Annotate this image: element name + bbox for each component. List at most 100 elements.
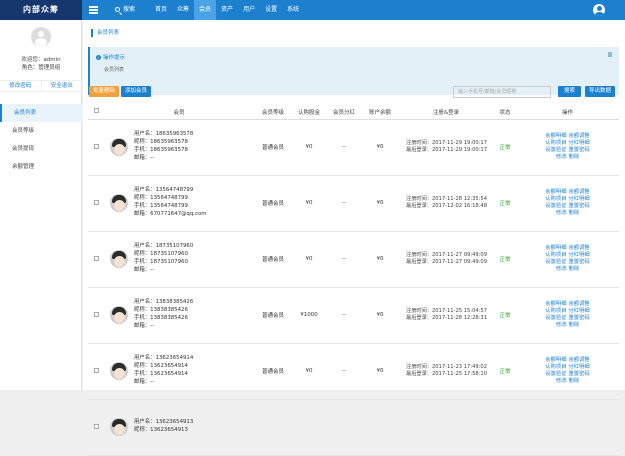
nav-assets[interactable]: 资产 — [216, 0, 238, 20]
reset-password-link[interactable]: 重置密码 — [569, 203, 590, 209]
member-avatar — [110, 250, 128, 268]
edit-link[interactable]: 修改 — [556, 210, 567, 216]
member-balance — [362, 399, 398, 456]
subscribed-projects-link[interactable]: 认购项目 — [545, 308, 566, 314]
dividend-detail-link[interactable]: 分红明细 — [569, 364, 590, 370]
member-email: 邮箱：-- — [134, 378, 155, 385]
edit-link[interactable]: 修改 — [556, 154, 567, 160]
delete-link[interactable]: 删除 — [569, 210, 580, 216]
logout-link[interactable]: 安全退出 — [42, 81, 83, 91]
nav-members[interactable]: 会员 — [194, 0, 217, 20]
member-balance: ¥0 — [362, 343, 398, 400]
balance-adjust-link[interactable]: 余额调整 — [569, 357, 590, 363]
member-level: 普通会员 — [254, 175, 292, 232]
balance-detail-link[interactable]: 余额明细 — [545, 357, 566, 363]
member-avatar — [110, 306, 128, 324]
dividend-detail-link[interactable]: 分红明细 — [569, 140, 590, 146]
member-cell: 用户名：13623654913 昵称：13623654913 — [104, 399, 254, 456]
row-select-cell — [88, 119, 104, 176]
last-login-time: 最后登录：2017-11-28 12:28:31 — [406, 315, 488, 321]
set-verification-link[interactable]: 设置验证 — [545, 259, 566, 265]
export-button[interactable]: 导出数据 — [585, 86, 616, 97]
sidebar-item-member-level[interactable]: 会员等级 — [0, 122, 82, 140]
sidebar-menu: 会员列表 会员等级 会员提现 余额管理 — [0, 104, 82, 176]
set-verification-link[interactable]: 设置验证 — [545, 203, 566, 209]
dividend-detail-link[interactable]: 分红明细 — [569, 196, 590, 202]
select-all-checkbox[interactable] — [93, 108, 99, 114]
menu-toggle-icon[interactable] — [89, 6, 98, 14]
delete-link[interactable]: 删除 — [569, 154, 580, 160]
set-verification-link[interactable]: 设置验证 — [545, 315, 566, 321]
reset-password-link[interactable]: 重置密码 — [569, 259, 590, 265]
table-row: 用户名：18735107960 昵称：18735107960 手机：18735107… — [88, 231, 619, 288]
member-phone: 手机：18635963578 — [134, 147, 188, 153]
row-checkbox[interactable] — [93, 143, 99, 149]
status-badge: 正常 — [494, 119, 516, 176]
nav-settings[interactable]: 设置 — [260, 0, 282, 20]
col-balance: 账户余额 — [362, 105, 398, 120]
member-nickname: 昵称：18735107960 — [134, 251, 188, 258]
balance-adjust-link[interactable]: 余额调整 — [569, 133, 590, 139]
member-avatar — [110, 138, 128, 156]
batch-delete-button[interactable]: 批量删除 — [89, 86, 120, 97]
edit-link[interactable]: 修改 — [556, 322, 567, 328]
balance-detail-link[interactable]: 余额明细 — [545, 133, 566, 139]
edit-link[interactable]: 修改 — [556, 266, 567, 272]
register-time: 注册时间：2017-11-29 19:00:17 — [406, 140, 488, 146]
reset-password-link[interactable]: 重置密码 — [569, 147, 590, 153]
status-badge: 正常 — [494, 175, 516, 232]
dividend-detail-link[interactable]: 分红明细 — [569, 308, 590, 314]
sidebar-item-member-list[interactable]: 会员列表 — [0, 104, 82, 122]
reset-password-link[interactable]: 重置密码 — [569, 371, 590, 377]
set-verification-link[interactable]: 设置验证 — [545, 371, 566, 377]
sidebar-item-withdrawal[interactable]: 会员提现 — [0, 140, 82, 158]
nav-crowdfunding[interactable]: 众筹 — [172, 0, 194, 20]
subscribed-projects-link[interactable]: 认购项目 — [545, 196, 566, 202]
member-level: 普通会员 — [254, 343, 292, 400]
balance-adjust-link[interactable]: 余额调整 — [569, 301, 590, 307]
select-all-cell — [88, 105, 104, 120]
change-password-link[interactable]: 修改密码 — [0, 81, 42, 91]
subscribed-projects-link[interactable]: 认购项目 — [545, 140, 566, 146]
member-email: 邮箱：-- — [134, 322, 155, 329]
row-checkbox[interactable] — [93, 311, 99, 317]
pin-icon[interactable] — [608, 52, 612, 57]
status-badge — [494, 399, 516, 456]
balance-detail-link[interactable]: 余额明细 — [545, 189, 566, 195]
row-checkbox[interactable] — [93, 423, 99, 429]
search-button[interactable]: 搜索 — [558, 86, 582, 97]
balance-detail-link[interactable]: 余额明细 — [545, 301, 566, 307]
nav-users[interactable]: 用户 — [238, 0, 260, 20]
edit-link[interactable]: 修改 — [556, 378, 567, 384]
row-checkbox[interactable] — [93, 367, 99, 373]
reset-password-link[interactable]: 重置密码 — [569, 315, 590, 321]
member-phone: 手机：18735107960 — [134, 259, 188, 265]
nav-system[interactable]: 系统 — [282, 0, 304, 20]
add-member-button[interactable]: 添加会员 — [121, 86, 152, 97]
member-search-input[interactable]: 输入手机号/邮箱/会员昵称 — [453, 86, 551, 98]
set-verification-link[interactable]: 设置验证 — [545, 147, 566, 153]
delete-link[interactable]: 删除 — [569, 378, 580, 384]
user-account-icon[interactable] — [593, 4, 605, 16]
col-member: 会员 — [104, 105, 254, 120]
subscribed-projects-link[interactable]: 认购项目 — [545, 252, 566, 258]
subscribed-projects-link[interactable]: 认购项目 — [545, 364, 566, 370]
sidebar-item-balance[interactable]: 余额管理 — [0, 158, 82, 176]
balance-detail-link[interactable]: 余额明细 — [545, 245, 566, 251]
top-search[interactable]: 搜索 — [115, 0, 135, 20]
member-dividend: -- — [326, 343, 362, 400]
row-select-cell — [88, 175, 104, 232]
delete-link[interactable]: 删除 — [569, 266, 580, 272]
balance-adjust-link[interactable]: 余额调整 — [569, 189, 590, 195]
balance-adjust-link[interactable]: 余额调整 — [569, 245, 590, 251]
row-checkbox[interactable] — [93, 255, 99, 261]
member-dividend: -- — [326, 231, 362, 288]
reg-login-cell — [398, 399, 494, 456]
col-actions: 操作 — [516, 105, 619, 120]
account-actions: 修改密码 安全退出 — [0, 80, 82, 92]
dividend-detail-link[interactable]: 分红明细 — [569, 252, 590, 258]
row-checkbox[interactable] — [93, 199, 99, 205]
delete-link[interactable]: 删除 — [569, 322, 580, 328]
nav-home[interactable]: 首页 — [150, 0, 172, 20]
member-info: 用户名：13838385426 昵称：13838385426 手机：13838385… — [134, 299, 193, 330]
